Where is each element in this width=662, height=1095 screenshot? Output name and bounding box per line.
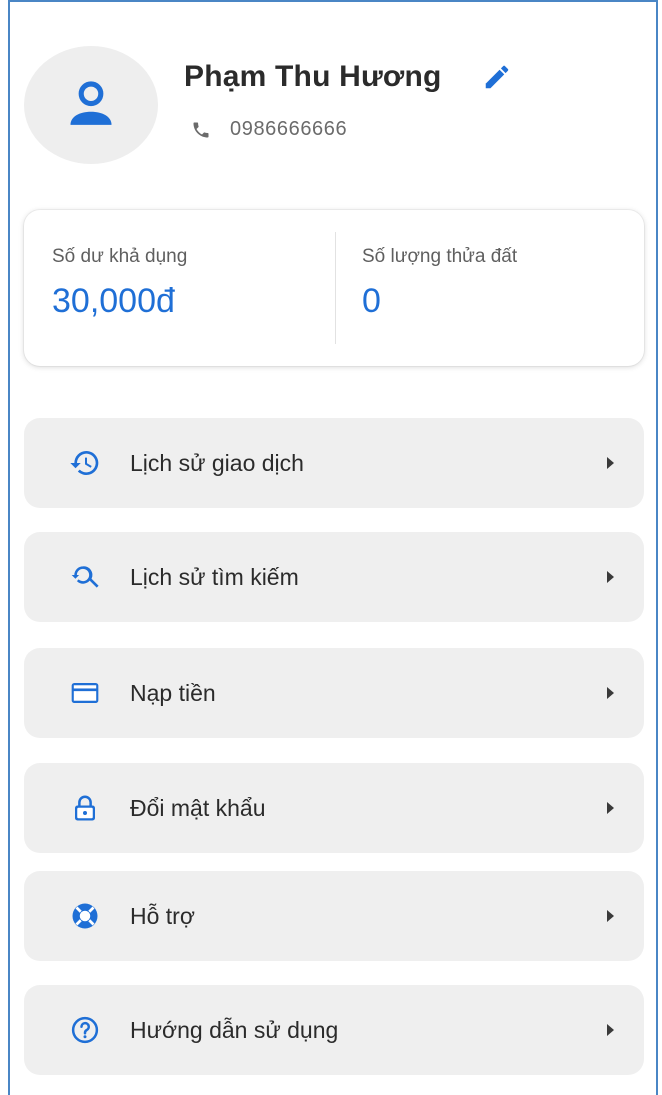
user-phone: 0986666666 (230, 118, 348, 140)
menu-item-transaction-history[interactable]: Lịch sử giao dịch (24, 418, 644, 508)
search-history-icon (68, 560, 102, 594)
menu-item-support[interactable]: Hỗ trợ (24, 871, 644, 961)
parcels-label: Số lượng thửa đất (362, 246, 518, 267)
history-icon (68, 446, 102, 480)
chevron-right-icon (607, 457, 614, 469)
balance-label: Số dư khả dụng (52, 246, 188, 267)
name-row: Phạm Thu Hương (184, 60, 514, 94)
menu-item-top-up[interactable]: Nạp tiền (24, 648, 644, 738)
balance-value: 30,000đ (52, 282, 175, 320)
menu-item-label: Lịch sử tìm kiếm (130, 563, 299, 590)
credit-card-icon (68, 676, 102, 710)
chevron-right-icon (607, 1024, 614, 1036)
chevron-right-icon (607, 571, 614, 583)
chevron-right-icon (607, 802, 614, 814)
parcels-stat: Số lượng thửa đất 0 (334, 210, 644, 366)
menu-item-user-guide[interactable]: Hướng dẫn sử dụng (24, 985, 644, 1075)
menu-item-label: Nạp tiền (130, 679, 216, 706)
balance-stat: Số dư khả dụng 30,000đ (24, 210, 334, 366)
user-name: Phạm Thu Hương (184, 60, 442, 93)
menu-item-label: Hướng dẫn sử dụng (130, 1016, 339, 1043)
lifebuoy-icon (68, 899, 102, 933)
menu-item-label: Hỗ trợ (130, 902, 195, 929)
help-circle-icon (68, 1013, 102, 1047)
lock-icon (68, 791, 102, 825)
person-icon (70, 81, 112, 125)
phone-icon (190, 119, 212, 141)
menu-item-change-password[interactable]: Đổi mật khẩu (24, 763, 644, 853)
chevron-right-icon (607, 910, 614, 922)
menu-item-label: Đổi mật khẩu (130, 794, 266, 821)
menu-item-search-history[interactable]: Lịch sử tìm kiếm (24, 532, 644, 622)
profile-header: Phạm Thu Hương 0986666666 (24, 46, 644, 166)
chevron-right-icon (607, 687, 614, 699)
app-frame: Phạm Thu Hương 0986666666 Số dư khả dụng… (8, 0, 658, 1095)
avatar (24, 46, 158, 164)
menu-item-label: Lịch sử giao dịch (130, 449, 304, 476)
stats-card: Số dư khả dụng 30,000đ Số lượng thửa đất… (24, 210, 644, 366)
parcels-value: 0 (362, 282, 381, 320)
pencil-icon[interactable] (480, 60, 514, 94)
phone-row: 0986666666 (190, 118, 347, 141)
